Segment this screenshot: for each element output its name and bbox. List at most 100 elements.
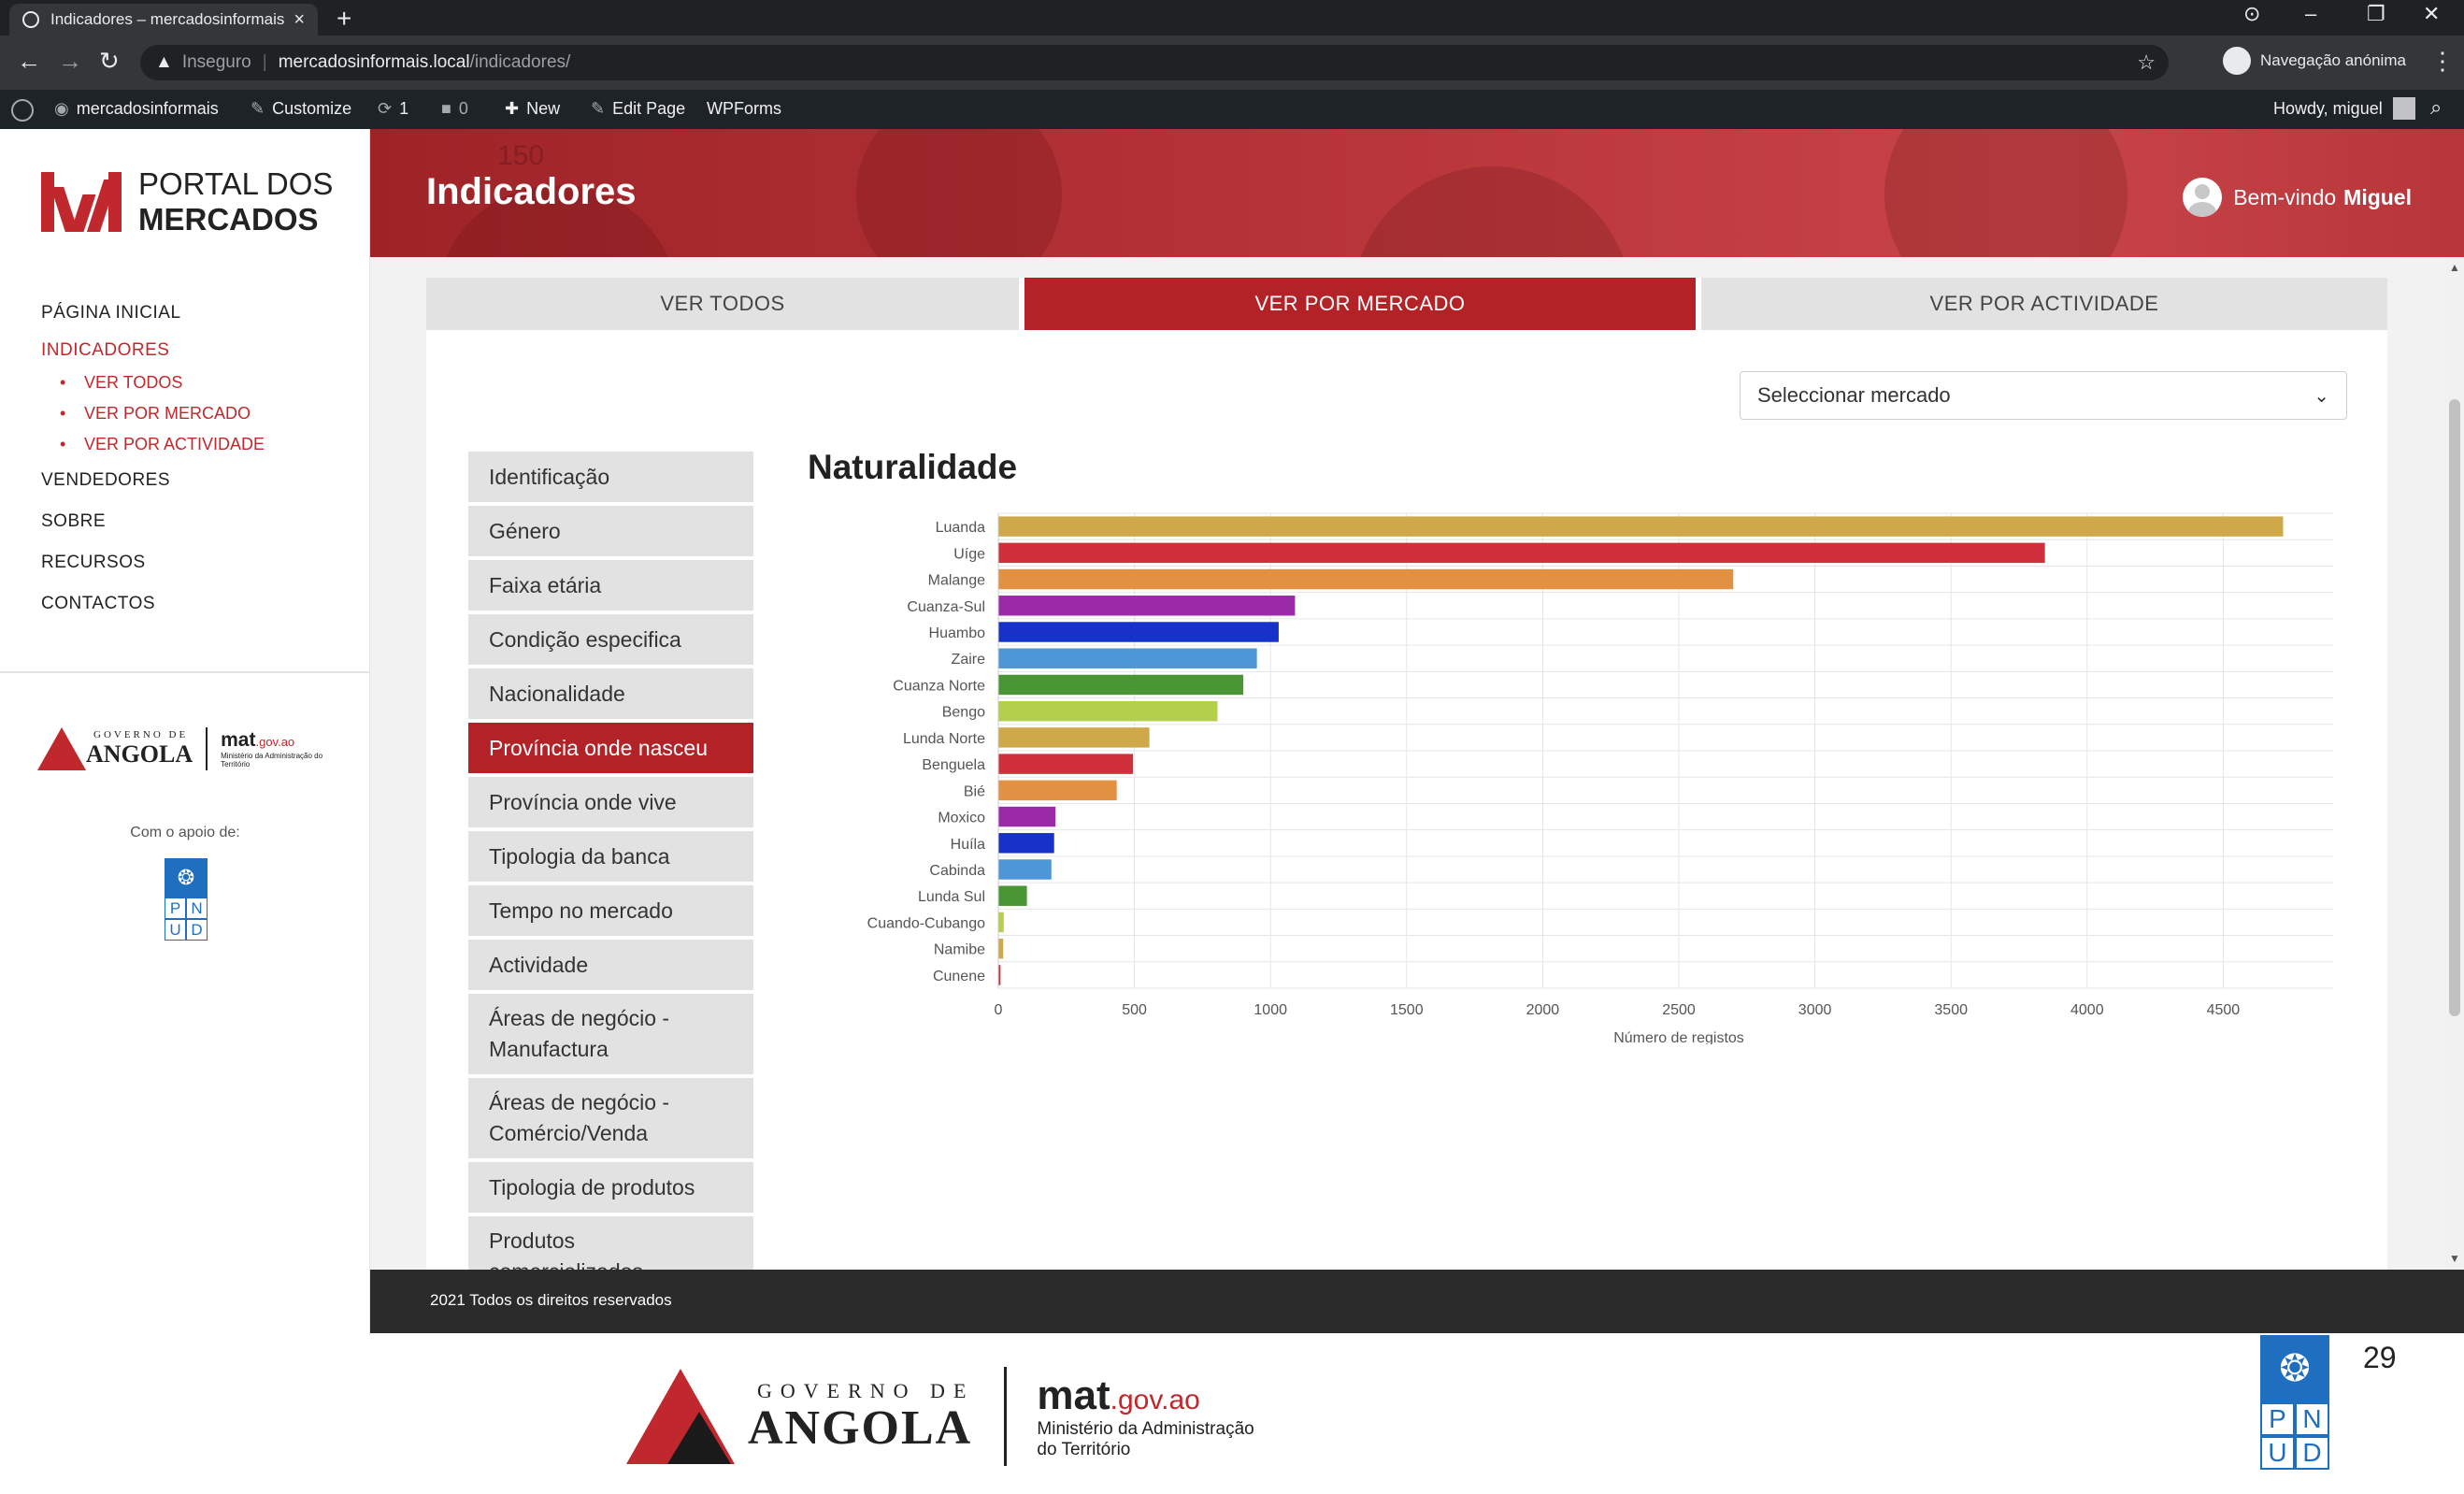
bar-moxico: [998, 806, 1056, 827]
market-select[interactable]: Seleccionar mercado ⌄: [1740, 371, 2347, 420]
nav-ver-por-mercado[interactable]: VER POR MERCADO: [41, 398, 265, 429]
bookmark-star-icon[interactable]: ☆: [2137, 50, 2156, 75]
wp-user-avatar[interactable]: [2393, 97, 2415, 120]
wp-howdy[interactable]: Howdy, miguel: [2273, 99, 2383, 119]
y-category-label: Cuando-Cubango: [867, 915, 985, 931]
site-favicon-icon: [22, 11, 39, 28]
browser-tab[interactable]: Indicadores – mercadosinformais ×: [9, 4, 318, 36]
nav-ver-todos[interactable]: VER TODOS: [41, 367, 265, 398]
nav-recursos[interactable]: RECURSOS: [41, 542, 265, 583]
tab-title: Indicadores – mercadosinformais: [50, 10, 285, 28]
nav-vendedores[interactable]: VENDEDORES: [41, 460, 265, 501]
page-title: Indicadores: [426, 171, 637, 212]
back-icon[interactable]: ←: [17, 47, 41, 76]
y-category-label: Cunene: [933, 969, 985, 984]
nav-indicadores[interactable]: INDICADORES: [41, 334, 265, 367]
minimize-icon[interactable]: –: [2305, 2, 2316, 26]
tab-search-icon[interactable]: ⊙: [2243, 2, 2260, 26]
category-identificacao[interactable]: Identificação: [468, 452, 753, 502]
portal-logo[interactable]: PORTAL DOS MERCADOS: [41, 166, 333, 237]
indicator-category-list: Identificação Género Faixa etária Condiç…: [468, 452, 753, 1270]
bar-cuanza-norte: [998, 674, 1244, 696]
mat-small-desc: Ministério da Administração do Territóri…: [221, 752, 323, 769]
category-areas-manufactura[interactable]: Áreas de negócio - Manufactura: [468, 994, 753, 1074]
category-provincia-onde-vive[interactable]: Província onde vive: [468, 777, 753, 827]
wp-wpforms-label: WPForms: [707, 99, 781, 118]
window-close-icon[interactable]: ✕: [2423, 2, 2440, 26]
nav-pagina-inicial[interactable]: PÁGINA INICIAL: [41, 293, 265, 334]
wp-comments[interactable]: ■ 0: [441, 99, 468, 119]
incognito-indicator[interactable]: Navegação anónima: [2223, 47, 2406, 75]
tab-ver-por-mercado[interactable]: VER POR MERCADO: [1024, 278, 1696, 330]
pnud-letter-large: P: [2260, 1402, 2295, 1436]
category-faixa-etaria[interactable]: Faixa etária: [468, 560, 753, 611]
tab-ver-todos[interactable]: VER TODOS: [426, 278, 1019, 330]
nav-ver-todos-label: VER TODOS: [84, 373, 183, 392]
y-category-label: Huíla: [951, 837, 985, 853]
scroll-down-icon[interactable]: ▼: [2449, 1252, 2460, 1265]
wp-updates[interactable]: ⟳ 1: [378, 99, 408, 119]
scroll-up-icon[interactable]: ▲: [2449, 261, 2460, 274]
tab-ver-por-actividade[interactable]: VER POR ACTIVIDADE: [1701, 278, 2387, 330]
y-category-label: Cuanza-Sul: [907, 599, 985, 615]
user-avatar-icon: [2183, 178, 2223, 217]
forward-icon[interactable]: →: [58, 47, 82, 76]
nav-ver-por-mercado-label: VER POR MERCADO: [84, 404, 251, 423]
wordpress-logo-icon[interactable]: [11, 99, 34, 122]
gov-small-line2: ANGOLA: [86, 740, 193, 768]
bar-lunda-norte: [998, 727, 1150, 748]
wp-wpforms[interactable]: WPForms: [707, 99, 781, 119]
category-condicao-especifica[interactable]: Condição especifica: [468, 614, 753, 665]
y-category-label: Lunda Norte: [903, 731, 985, 747]
wp-site-name[interactable]: ◉ mercadosinformais: [54, 99, 219, 119]
bar-zaire: [998, 648, 1257, 668]
category-genero[interactable]: Género: [468, 506, 753, 556]
category-produtos-comercializados[interactable]: Produtos comercializados: [468, 1216, 753, 1270]
y-category-label: Moxico: [938, 811, 985, 826]
wp-new[interactable]: ✚ New: [505, 99, 560, 119]
browser-toolbar: ← → ↻ ▲ Inseguro | mercadosinformais.loc…: [0, 36, 2464, 90]
address-bar[interactable]: ▲ Inseguro | mercadosinformais.local /in…: [140, 45, 2169, 80]
search-icon[interactable]: ⌕: [2430, 95, 2442, 120]
reload-icon[interactable]: ↻: [99, 47, 120, 76]
pnud-letter: D: [186, 919, 208, 941]
mat-brand: mat: [1037, 1372, 1110, 1418]
new-tab-button[interactable]: +: [337, 4, 351, 34]
un-emblem-icon: ❂: [165, 858, 208, 898]
page-scrollbar[interactable]: ▲ ▼: [2445, 257, 2464, 1270]
scrollbar-thumb[interactable]: [2449, 399, 2460, 1016]
category-tipologia-de-produtos[interactable]: Tipologia de produtos: [468, 1162, 753, 1213]
bar-bengo: [998, 700, 1218, 722]
x-axis-label: Número de registos: [1613, 1030, 1744, 1044]
wp-customize[interactable]: ✎ Customize: [251, 99, 351, 119]
category-tempo-no-mercado[interactable]: Tempo no mercado: [468, 885, 753, 936]
category-areas-comercio-venda[interactable]: Áreas de negócio - Comércio/Venda: [468, 1078, 753, 1158]
welcome-user-name: Miguel: [2343, 184, 2412, 209]
gov-divider: [1004, 1367, 1008, 1466]
slide-page-number: 29: [2363, 1341, 2397, 1374]
restore-icon[interactable]: ❐: [2367, 2, 2385, 26]
welcome-user[interactable]: Bem-vindo Miguel: [2183, 178, 2412, 217]
logo-line2: MERCADOS: [138, 202, 319, 237]
bar-luanda: [998, 516, 2284, 537]
sidebar-nav: PÁGINA INICIAL INDICADORES VER TODOS VER…: [41, 293, 265, 625]
nav-sobre[interactable]: SOBRE: [41, 501, 265, 542]
gov-line2: ANGOLA: [748, 1401, 973, 1455]
nav-contactos[interactable]: CONTACTOS: [41, 583, 265, 625]
browser-menu-icon[interactable]: ⋮: [2430, 47, 2455, 76]
warning-icon: ▲: [155, 52, 173, 72]
x-tick-label: 500: [1122, 1002, 1147, 1018]
bar-namibe: [998, 938, 1004, 959]
plus-icon: ✚: [505, 99, 520, 118]
pnud-letter-large: D: [2295, 1436, 2329, 1470]
y-category-label: Cabinda: [929, 863, 985, 879]
category-tipologia-da-banca[interactable]: Tipologia da banca: [468, 831, 753, 882]
category-provincia-onde-nasceu[interactable]: Província onde nasceu: [468, 723, 753, 773]
wp-edit-page-label: Edit Page: [612, 99, 686, 118]
category-actividade[interactable]: Actividade: [468, 940, 753, 990]
nav-ver-por-actividade[interactable]: VER POR ACTIVIDADE: [41, 429, 265, 460]
main-content: VER TODOS VER POR MERCADO VER POR ACTIVI…: [370, 257, 2464, 1270]
wp-edit-page[interactable]: ✎ Edit Page: [591, 99, 685, 119]
close-tab-icon[interactable]: ×: [294, 9, 305, 31]
category-nacionalidade[interactable]: Nacionalidade: [468, 668, 753, 719]
